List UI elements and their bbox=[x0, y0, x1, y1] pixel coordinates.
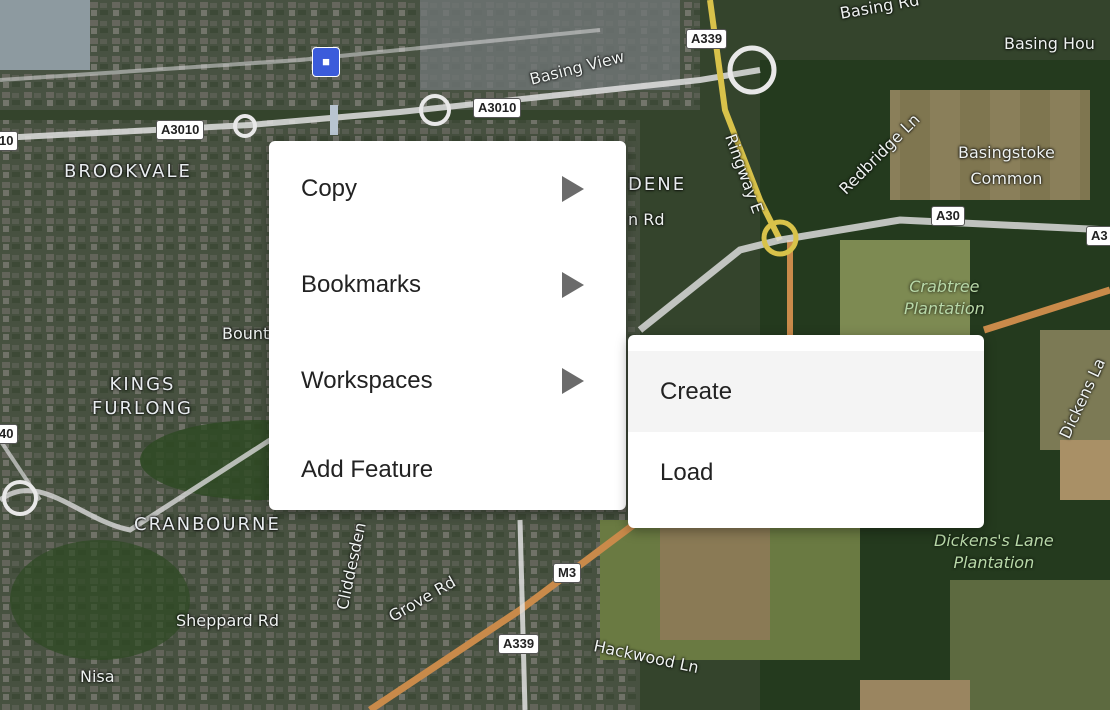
submenu-arrow-icon bbox=[562, 272, 584, 298]
context-menu: Copy Bookmarks Workspaces Add Feature bbox=[269, 141, 626, 510]
place-label-brookvale: BROOKVALE bbox=[64, 161, 192, 182]
menu-item-label: Bookmarks bbox=[301, 271, 422, 298]
road-shield: A3 bbox=[1086, 226, 1110, 246]
road-shield: 10 bbox=[0, 131, 19, 151]
green-area-label: Dickens's Lane Plantation bbox=[934, 531, 1054, 572]
menu-item-label: Add Feature bbox=[301, 455, 434, 483]
place-label-basingstoke-common: Basingstoke Common bbox=[958, 143, 1055, 188]
workspaces-submenu: Create Load bbox=[628, 335, 984, 528]
submenu-item-create[interactable]: Create bbox=[628, 351, 984, 432]
road-shield: A3010 bbox=[473, 98, 522, 118]
menu-item-label: Workspaces bbox=[301, 367, 433, 394]
road-shield: A339 bbox=[686, 29, 728, 49]
street-label: Nisa bbox=[80, 667, 115, 686]
menu-item-copy[interactable]: Copy bbox=[269, 141, 626, 237]
menu-item-workspaces[interactable]: Workspaces bbox=[269, 333, 626, 429]
street-label: n Rd bbox=[628, 210, 665, 229]
road-shield: M3 bbox=[553, 563, 582, 583]
road-shield: A339 bbox=[498, 634, 540, 654]
menu-item-add-feature[interactable]: Add Feature bbox=[269, 429, 626, 510]
submenu-item-load[interactable]: Load bbox=[628, 432, 984, 513]
street-label: Bount bbox=[222, 324, 270, 343]
place-label-cranbourne: CRANBOURNE bbox=[134, 514, 281, 535]
menu-item-label: Create bbox=[660, 377, 733, 405]
road-shield: 40 bbox=[0, 424, 19, 444]
road-shield: A30 bbox=[931, 206, 965, 226]
menu-item-label: Copy bbox=[301, 175, 358, 202]
bus-station-icon[interactable]: ■ bbox=[312, 47, 340, 77]
submenu-arrow-icon bbox=[562, 368, 584, 394]
menu-item-bookmarks[interactable]: Bookmarks bbox=[269, 237, 626, 333]
green-area-label: Crabtree Plantation bbox=[904, 277, 985, 318]
place-label-kings-furlong: KINGS FURLONG bbox=[92, 374, 194, 419]
menu-item-label: Load bbox=[660, 458, 714, 486]
submenu-arrow-icon bbox=[562, 176, 584, 202]
street-label: Sheppard Rd bbox=[176, 611, 280, 630]
place-label-dene: DENE bbox=[628, 174, 687, 195]
place-label-basing-house: Basing Hou bbox=[1004, 34, 1095, 53]
road-shield: A3010 bbox=[156, 120, 205, 140]
